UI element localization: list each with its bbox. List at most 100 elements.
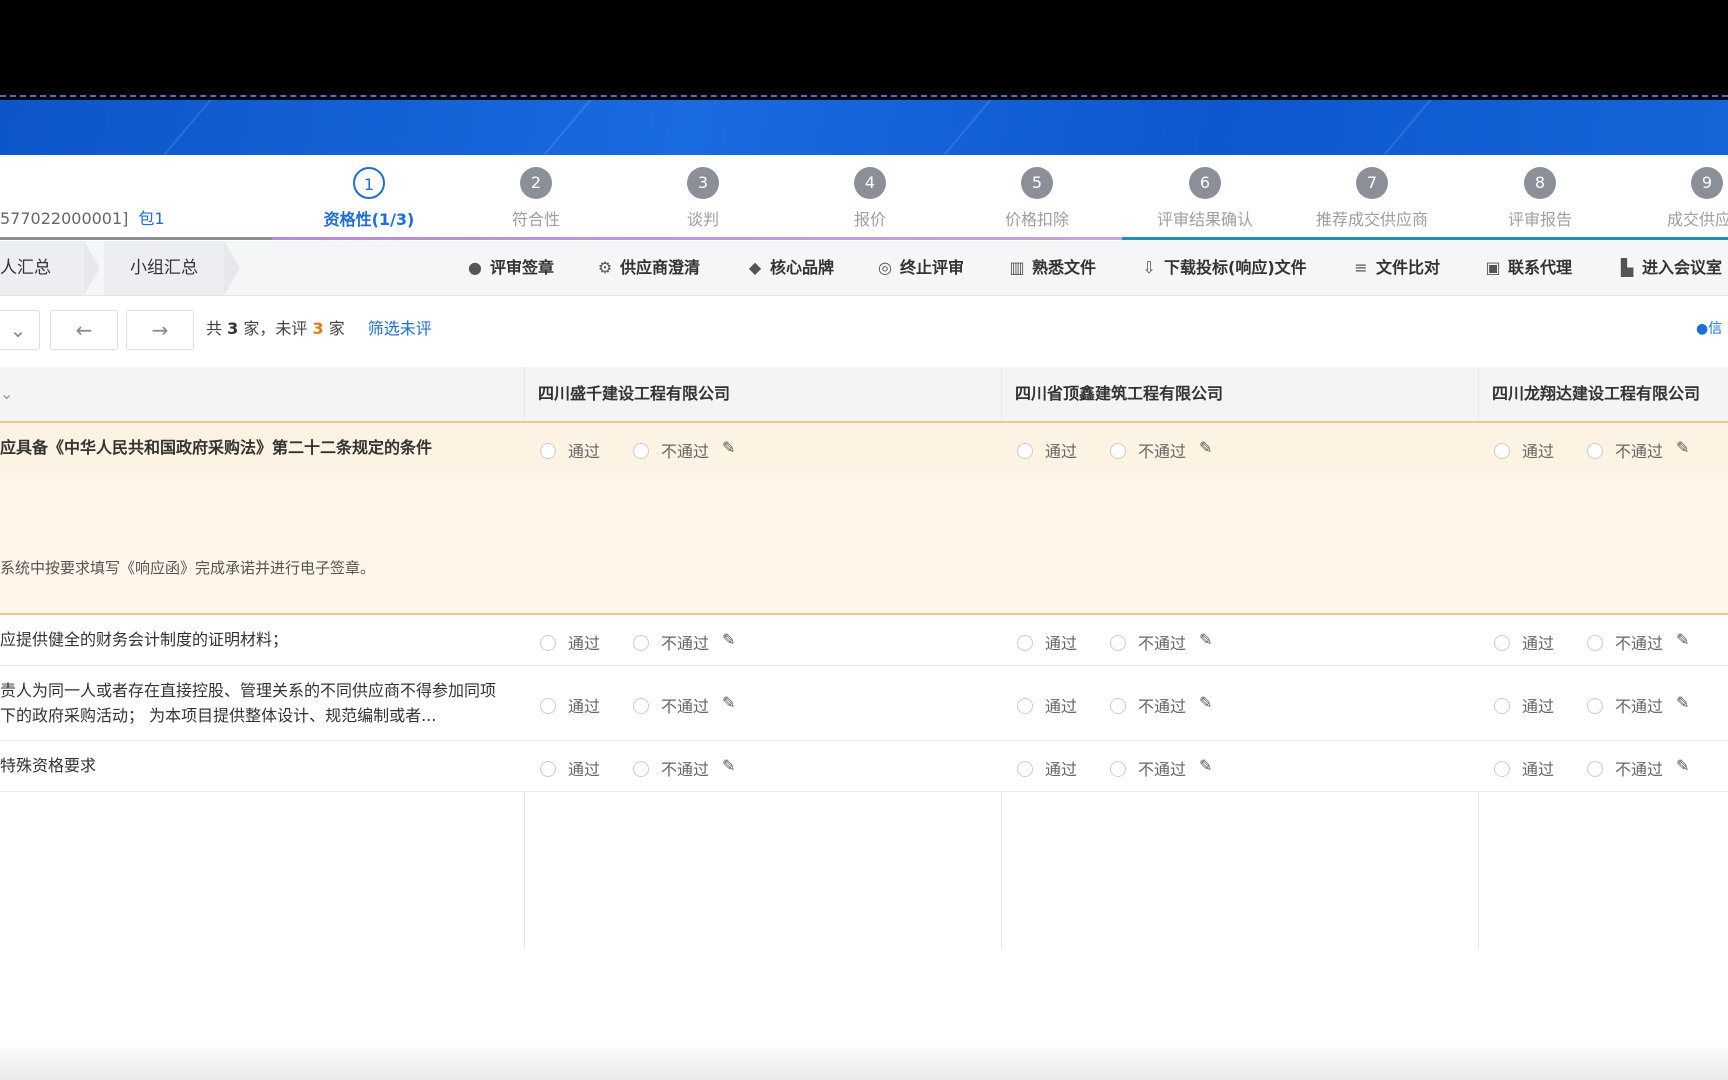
supplier-header-1: 四川盛千建设工程有限公司: [538, 384, 731, 403]
download-bid-files-button[interactable]: ⇩ 下载投标(响应)文件: [1140, 241, 1306, 295]
supplier-header-2: 四川省顶鑫建筑工程有限公司: [1015, 384, 1224, 403]
filter-unreviewed-link[interactable]: 筛选未评: [368, 319, 432, 338]
pass-radio[interactable]: 通过: [1494, 756, 1554, 780]
seal-icon: ●: [468, 258, 482, 277]
table-row[interactable]: 责人为同一人或者存在直接控股、管理关系的不同供应商不得参加同项下的政府采购活动；…: [0, 666, 1728, 741]
info-icon: ●: [1696, 321, 1709, 337]
step-7[interactable]: 7 推荐成交供应商: [1287, 167, 1457, 230]
edit-icon[interactable]: ✎: [722, 630, 735, 649]
criterion-text: 应具备《中华人民共和国政府采购法》第二十二条规定的条件: [0, 438, 433, 457]
pass-radio[interactable]: 通过: [540, 630, 600, 654]
tab-personal-summary[interactable]: 人汇总: [0, 241, 84, 295]
fail-radio[interactable]: 不通过: [633, 693, 709, 717]
criterion-text: 应提供健全的财务会计制度的证明材料；: [0, 630, 289, 649]
step-8[interactable]: 8 评审报告: [1455, 167, 1625, 230]
fail-radio[interactable]: 不通过: [633, 756, 709, 780]
edit-icon[interactable]: ✎: [1676, 693, 1689, 712]
download-icon: ⇩: [1142, 258, 1156, 277]
chevron-down-icon: ⌄: [9, 318, 27, 342]
edit-icon[interactable]: ✎: [1199, 630, 1212, 649]
pager-bar: ⌄ ← → 共 3 家，未评 3 家 筛选未评 ●信: [0, 296, 1728, 356]
terminate-review-button[interactable]: ◎ 终止评审: [876, 241, 964, 295]
fail-radio[interactable]: 不通过: [1587, 630, 1663, 654]
edit-icon[interactable]: ✎: [1676, 756, 1689, 775]
arrow-right-icon: →: [151, 318, 169, 342]
dashed-guide: [0, 95, 1728, 97]
pass-radio[interactable]: 通过: [1494, 693, 1554, 717]
diamond-icon: ◆: [748, 258, 762, 277]
fail-radio[interactable]: 不通过: [633, 630, 709, 654]
package-link[interactable]: 包1: [138, 209, 164, 228]
app-banner: [0, 100, 1728, 155]
progress-past: [0, 237, 272, 240]
fail-radio[interactable]: 不通过: [1110, 630, 1186, 654]
prev-button[interactable]: ←: [50, 310, 118, 350]
stop-icon: ◎: [878, 258, 892, 277]
step-5[interactable]: 5 价格扣除: [952, 167, 1122, 230]
fail-radio[interactable]: 不通过: [633, 438, 709, 462]
fail-radio[interactable]: 不通过: [1110, 693, 1186, 717]
edit-icon[interactable]: ✎: [1199, 756, 1212, 775]
pass-radio[interactable]: 通过: [1017, 438, 1077, 462]
sign-seal-button[interactable]: ● 评审签章: [466, 241, 554, 295]
familiar-docs-button[interactable]: ▥ 熟悉文件: [1008, 241, 1096, 295]
fail-radio[interactable]: 不通过: [1587, 438, 1663, 462]
step-6[interactable]: 6 评审结果确认: [1120, 167, 1290, 230]
compare-icon: ≡: [1354, 258, 1368, 277]
step-2[interactable]: 2 符合性: [451, 167, 621, 230]
pass-radio[interactable]: 通过: [1494, 438, 1554, 462]
progress-remaining: [1122, 237, 1728, 240]
clarify-icon: ⚙: [597, 258, 613, 277]
pass-radio[interactable]: 通过: [540, 438, 600, 462]
fail-radio[interactable]: 不通过: [1587, 693, 1663, 717]
step-4[interactable]: 4 报价: [785, 167, 955, 230]
criterion-explanation: 系统中按要求填写《响应函》完成承诺并进行电子签章。: [0, 473, 1728, 615]
pass-radio[interactable]: 通过: [1494, 630, 1554, 654]
step-9[interactable]: 9 成交供应商: [1622, 167, 1728, 230]
pass-radio[interactable]: 通过: [540, 756, 600, 780]
table-row[interactable]: 应具备《中华人民共和国政府采购法》第二十二条规定的条件 通过 不通过 ✎ 通过 …: [0, 421, 1728, 475]
pass-radio[interactable]: 通过: [540, 693, 600, 717]
compare-files-button[interactable]: ≡ 文件比对: [1352, 241, 1440, 295]
step-1[interactable]: 1 资格性(1/3): [284, 167, 454, 230]
edit-icon[interactable]: ✎: [1676, 438, 1689, 457]
crumb-separator: [224, 241, 240, 295]
step-bar: 577022000001] 包1 1 资格性(1/3) 2 符合性 3 谈判 4 …: [0, 155, 1728, 240]
supplier-select[interactable]: ⌄: [0, 310, 40, 350]
edit-icon[interactable]: ✎: [1199, 693, 1212, 712]
table-row[interactable]: 特殊资格要求 通过 不通过 ✎ 通过 不通过 ✎ 通过 不通过 ✎: [0, 741, 1728, 792]
project-code: 577022000001]: [0, 209, 129, 228]
next-button[interactable]: →: [126, 310, 194, 350]
edit-icon[interactable]: ✎: [722, 438, 735, 457]
evaluation-app: 577022000001] 包1 1 资格性(1/3) 2 符合性 3 谈判 4 …: [0, 155, 1728, 1080]
bottom-shade: [0, 1040, 1728, 1080]
info-link[interactable]: ●信: [1696, 310, 1722, 348]
criteria-column-header: ⌄: [0, 384, 14, 403]
edit-icon[interactable]: ✎: [722, 693, 735, 712]
tab-group-summary[interactable]: 小组汇总: [104, 241, 224, 295]
pass-radio[interactable]: 通过: [1017, 630, 1077, 654]
contact-agent-button[interactable]: ▣ 联系代理: [1484, 241, 1572, 295]
pager-info: 共 3 家，未评 3 家 筛选未评: [206, 319, 432, 338]
table-row[interactable]: 应提供健全的财务会计制度的证明材料； 通过 不通过 ✎ 通过 不通过 ✎ 通过 …: [0, 615, 1728, 666]
core-brand-button[interactable]: ◆ 核心品牌: [746, 241, 834, 295]
fail-radio[interactable]: 不通过: [1110, 756, 1186, 780]
edit-icon[interactable]: ✎: [1676, 630, 1689, 649]
project-label: 577022000001] 包1: [0, 205, 165, 229]
crumb-separator: [84, 241, 100, 295]
criterion-text: 责人为同一人或者存在直接控股、管理关系的不同供应商不得参加同项下的政府采购活动；…: [0, 681, 497, 725]
fail-radio[interactable]: 不通过: [1587, 756, 1663, 780]
books-icon: ▥: [1009, 258, 1025, 277]
pass-radio[interactable]: 通过: [1017, 693, 1077, 717]
pass-radio[interactable]: 通过: [1017, 756, 1077, 780]
enter-meeting-button[interactable]: ▙ 进入会议室: [1618, 241, 1722, 295]
step-3[interactable]: 3 谈判: [618, 167, 788, 230]
fail-radio[interactable]: 不通过: [1110, 438, 1186, 462]
edit-icon[interactable]: ✎: [1199, 438, 1212, 457]
arrow-left-icon: ←: [75, 318, 93, 342]
edit-icon[interactable]: ✎: [722, 756, 735, 775]
criterion-text: 特殊资格要求: [0, 756, 97, 775]
tab-toolbar-bar: 人汇总 小组汇总 ● 评审签章 ⚙ 供应商澄清 ◆ 核心品牌 ◎ 终止评审 ▥ 熟悉文件 …: [0, 241, 1728, 296]
supplier-clarify-button[interactable]: ⚙ 供应商澄清: [596, 241, 700, 295]
explanation-text: 系统中按要求填写《响应函》完成承诺并进行电子签章。: [0, 559, 376, 577]
